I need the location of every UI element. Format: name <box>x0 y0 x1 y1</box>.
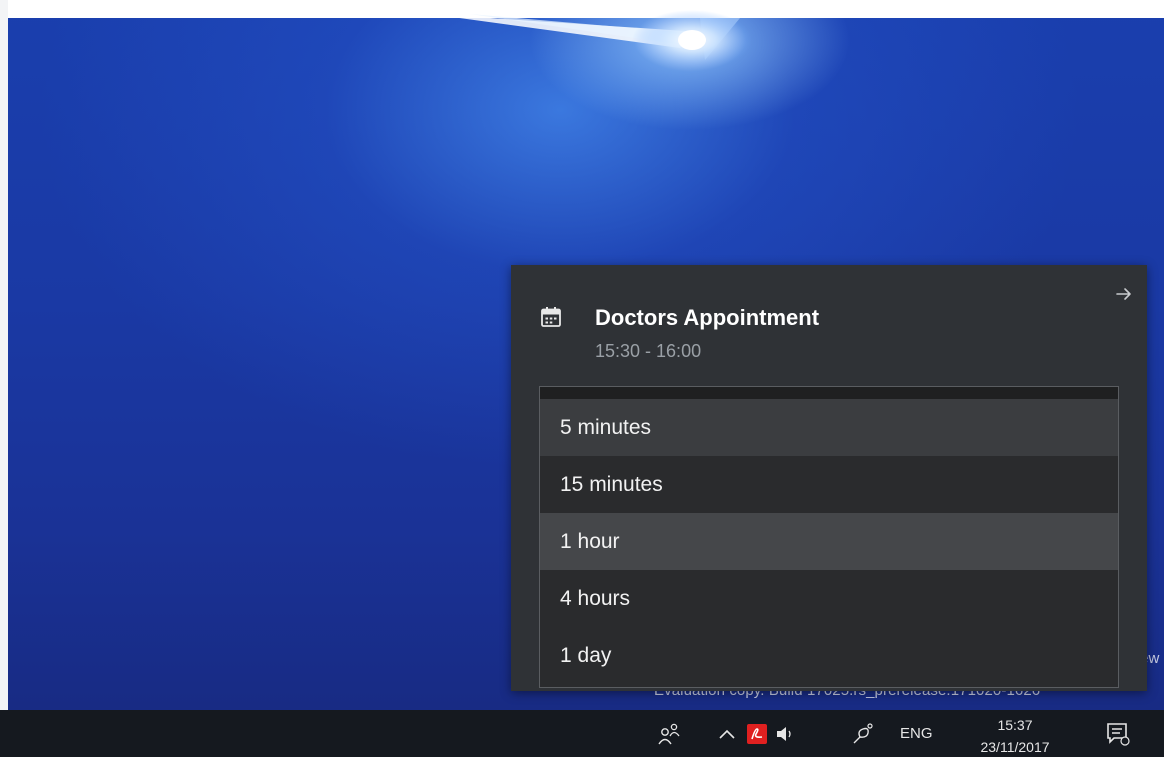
desktop: ew Evaluation copy. Build 17025.rs_prere… <box>0 0 1164 757</box>
snooze-option-1-day[interactable]: 1 day <box>540 627 1118 684</box>
event-title: Doctors Appointment <box>595 305 820 330</box>
action-center-icon[interactable] <box>1098 710 1138 757</box>
snooze-option-5-minutes[interactable]: 5 minutes <box>540 399 1118 456</box>
snooze-option-1-hour[interactable]: 1 hour <box>540 513 1118 570</box>
chevron-up-icon[interactable] <box>712 710 742 757</box>
snooze-option-4-hours[interactable]: 4 hours <box>540 570 1118 627</box>
snooze-dropdown-list[interactable]: 5 minutes 15 minutes 1 hour 4 hours 1 da… <box>539 386 1119 688</box>
arrow-right-icon[interactable] <box>1113 283 1135 305</box>
network-icon[interactable] <box>848 710 878 757</box>
clock-date: 23/11/2017 <box>980 739 1050 755</box>
volume-icon[interactable] <box>772 710 798 757</box>
calendar-icon <box>541 307 561 327</box>
taskbar-clock[interactable]: 15:37 23/11/2017 <box>960 716 1070 756</box>
acrobat-icon[interactable] <box>744 710 770 757</box>
reminder-notification[interactable]: Doctors Appointment 15:30 - 16:00 5 minu… <box>511 265 1147 691</box>
snooze-option-15-minutes[interactable]: 15 minutes <box>540 456 1118 513</box>
window-edge <box>0 0 1164 18</box>
clock-time: 15:37 <box>997 717 1033 733</box>
dropdown-header-strip <box>540 387 1118 399</box>
window-edge-left <box>0 0 8 710</box>
event-time: 15:30 - 16:00 <box>595 341 702 361</box>
taskbar: ENG 15:37 23/11/2017 <box>0 710 1164 757</box>
people-icon[interactable] <box>652 710 686 757</box>
language-indicator[interactable]: ENG <box>900 710 933 757</box>
